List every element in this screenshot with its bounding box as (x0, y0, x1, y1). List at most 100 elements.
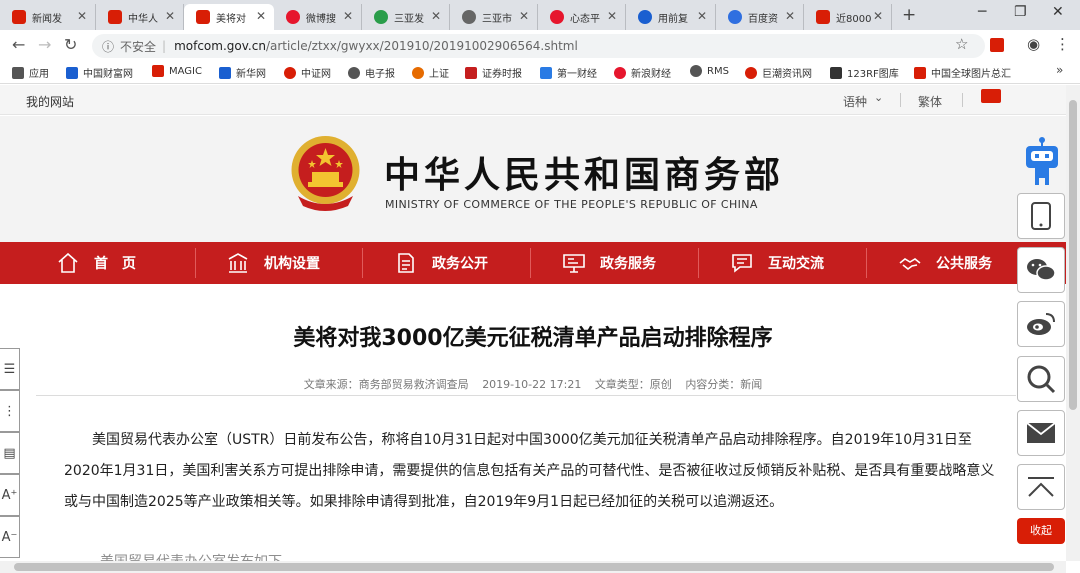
globe-icon (690, 65, 702, 77)
close-icon[interactable]: ✕ (607, 9, 617, 23)
bookmark-item[interactable]: 巨潮资讯网 (745, 65, 812, 80)
account-icon[interactable]: ◉ (1027, 35, 1040, 53)
font-increase-button[interactable]: A⁺ (0, 474, 20, 516)
close-icon[interactable]: ✕ (873, 9, 883, 23)
bookmark-item[interactable]: RMS (690, 65, 729, 77)
close-icon[interactable]: ✕ (431, 9, 441, 23)
browser-tab[interactable]: 三亚市 ✕ (450, 4, 538, 30)
tab-favicon-icon (550, 10, 564, 24)
search-button[interactable] (1017, 356, 1065, 402)
chat-icon (732, 254, 752, 273)
close-window-button[interactable]: ✕ (1052, 4, 1064, 20)
nav-item-home[interactable]: 首 页 (56, 242, 136, 284)
scrollbar-thumb[interactable] (14, 563, 1054, 571)
list-view-button[interactable]: ☰ (0, 348, 20, 390)
wechat-button[interactable] (1017, 247, 1065, 293)
back-icon[interactable]: ← (12, 35, 25, 54)
nav-item-government-services[interactable]: 政务服务 (562, 242, 656, 284)
bookmark-item[interactable]: 第一财经 (540, 65, 597, 80)
close-icon[interactable]: ✕ (697, 9, 707, 23)
bookmark-item[interactable]: 中国全球图片总汇 (914, 65, 1011, 80)
traditional-chinese-link[interactable]: 繁体 (918, 93, 942, 110)
nav-item-organization[interactable]: 机构设置 (226, 242, 320, 284)
weibo-button[interactable] (1017, 301, 1065, 347)
close-icon[interactable]: ✕ (165, 9, 175, 23)
minimize-button[interactable]: ─ (978, 4, 986, 20)
more-options-button[interactable]: ⋮ (0, 390, 20, 432)
wechat-icon (1027, 259, 1056, 281)
close-icon[interactable]: ✕ (785, 9, 795, 23)
close-icon[interactable]: ✕ (343, 9, 353, 23)
bookmark-item[interactable]: 电子报 (348, 65, 395, 80)
browser-tab[interactable]: 百度资 ✕ (716, 4, 804, 30)
horizontal-scrollbar[interactable] (0, 561, 1066, 573)
robot-assistant-icon[interactable] (1023, 137, 1061, 185)
new-tab-button[interactable]: + (902, 5, 916, 25)
font-decrease-button[interactable]: A⁻ (0, 516, 20, 558)
nav-item-government-affairs[interactable]: 政务公开 (394, 242, 488, 284)
browser-tab[interactable]: 近8000 ✕ (804, 4, 892, 30)
close-icon[interactable]: ✕ (77, 9, 87, 23)
bookmarks-overflow-button[interactable]: » (1056, 63, 1063, 77)
nav-label: 机构设置 (264, 256, 320, 272)
browser-tab[interactable]: 新闻发 ✕ (0, 4, 96, 30)
bookmark-label: 新华网 (236, 69, 266, 80)
reload-icon[interactable]: ↻ (64, 35, 77, 54)
browser-tab[interactable]: 微博搜 ✕ (274, 4, 362, 30)
browser-tab[interactable]: 三亚发 ✕ (362, 4, 450, 30)
bookmark-item[interactable]: 上证 (412, 65, 449, 80)
close-icon[interactable]: ✕ (519, 9, 529, 23)
mail-button[interactable] (1017, 410, 1065, 456)
back-to-top-button[interactable] (1017, 464, 1065, 510)
mobile-button[interactable] (1017, 193, 1065, 239)
tab-favicon-icon (374, 10, 388, 24)
collapse-button[interactable]: 收起 (1017, 518, 1065, 544)
site-header: 中华人民共和国商务部 MINISTRY OF COMMERCE OF THE P… (0, 116, 1066, 243)
print-button[interactable]: ▤ (0, 432, 20, 474)
my-site-link[interactable]: 我的网站 (26, 93, 74, 110)
forward-icon[interactable]: → (38, 35, 51, 54)
bookmark-item[interactable]: 证券时报 (465, 65, 522, 80)
scrollbar-thumb[interactable] (1069, 100, 1077, 410)
bookmark-item[interactable]: 新浪财经 (614, 65, 671, 80)
bookmark-item[interactable]: 应用 (12, 65, 49, 80)
address-bar[interactable]: ⓘ 不安全 | mofcom.gov.cn /article/ztxx/gwyx… (92, 34, 985, 58)
national-emblem-logo (291, 136, 360, 211)
tab-favicon-icon (286, 10, 300, 24)
site-topbar: 我的网站 语种 ⌄ 繁体 (0, 85, 1066, 115)
bookmark-item[interactable]: 新华网 (219, 65, 266, 80)
browser-tab[interactable]: 用前复 ✕ (626, 4, 716, 30)
nav-label: 政务服务 (600, 256, 656, 272)
divider (962, 93, 963, 107)
vertical-scrollbar[interactable] (1066, 85, 1080, 561)
info-icon[interactable]: ⓘ (102, 38, 114, 55)
bookmark-label: 第一财经 (557, 69, 597, 80)
browser-tab[interactable]: 中华人 ✕ (96, 4, 184, 30)
language-selector[interactable]: 语种 (843, 93, 867, 110)
bookmark-item[interactable]: 中证网 (284, 65, 331, 80)
close-icon[interactable]: ✕ (256, 9, 266, 23)
menu-icon[interactable]: ⋮ (1055, 35, 1070, 53)
maximize-button[interactable]: ❐ (1014, 4, 1027, 20)
bookmark-star-icon[interactable]: ☆ (955, 35, 968, 53)
nav-item-interaction[interactable]: 互动交流 (730, 242, 824, 284)
browser-tab-active[interactable]: 美将对 ✕ (184, 4, 274, 30)
bookmark-icon (614, 66, 626, 79)
browser-tab-strip: 新闻发 ✕ 中华人 ✕ 美将对 ✕ 微博搜 ✕ 三亚发 ✕ 三亚市 ✕ 心态平 … (0, 0, 1080, 30)
extension-icon[interactable] (990, 38, 1004, 52)
bookmark-label: 中国财富网 (83, 69, 133, 80)
apps-icon (12, 66, 24, 79)
bookmark-item[interactable]: 123RF图库 (830, 65, 899, 80)
bookmark-item[interactable]: 中国财富网 (66, 65, 133, 80)
nav-item-public-services[interactable]: 公共服务 (898, 242, 992, 284)
document-icon (398, 253, 414, 273)
ministry-title-en: MINISTRY OF COMMERCE OF THE PEOPLE'S REP… (385, 198, 758, 211)
chevron-down-icon[interactable]: ⌄ (874, 91, 883, 104)
accessibility-icon[interactable] (981, 89, 1001, 103)
browser-tab[interactable]: 心态平 ✕ (538, 4, 626, 30)
article-title: 美将对我3000亿美元征税清单产品启动排除程序 (293, 326, 773, 351)
main-navigation: 首 页 机构设置 政务公开 政务服务 互动交流 公共服务 (0, 242, 1066, 284)
bookmark-item[interactable]: MAGIC (152, 65, 202, 77)
tab-title: 新闻发 (32, 13, 62, 25)
url-host: mofcom.gov.cn (174, 39, 266, 53)
